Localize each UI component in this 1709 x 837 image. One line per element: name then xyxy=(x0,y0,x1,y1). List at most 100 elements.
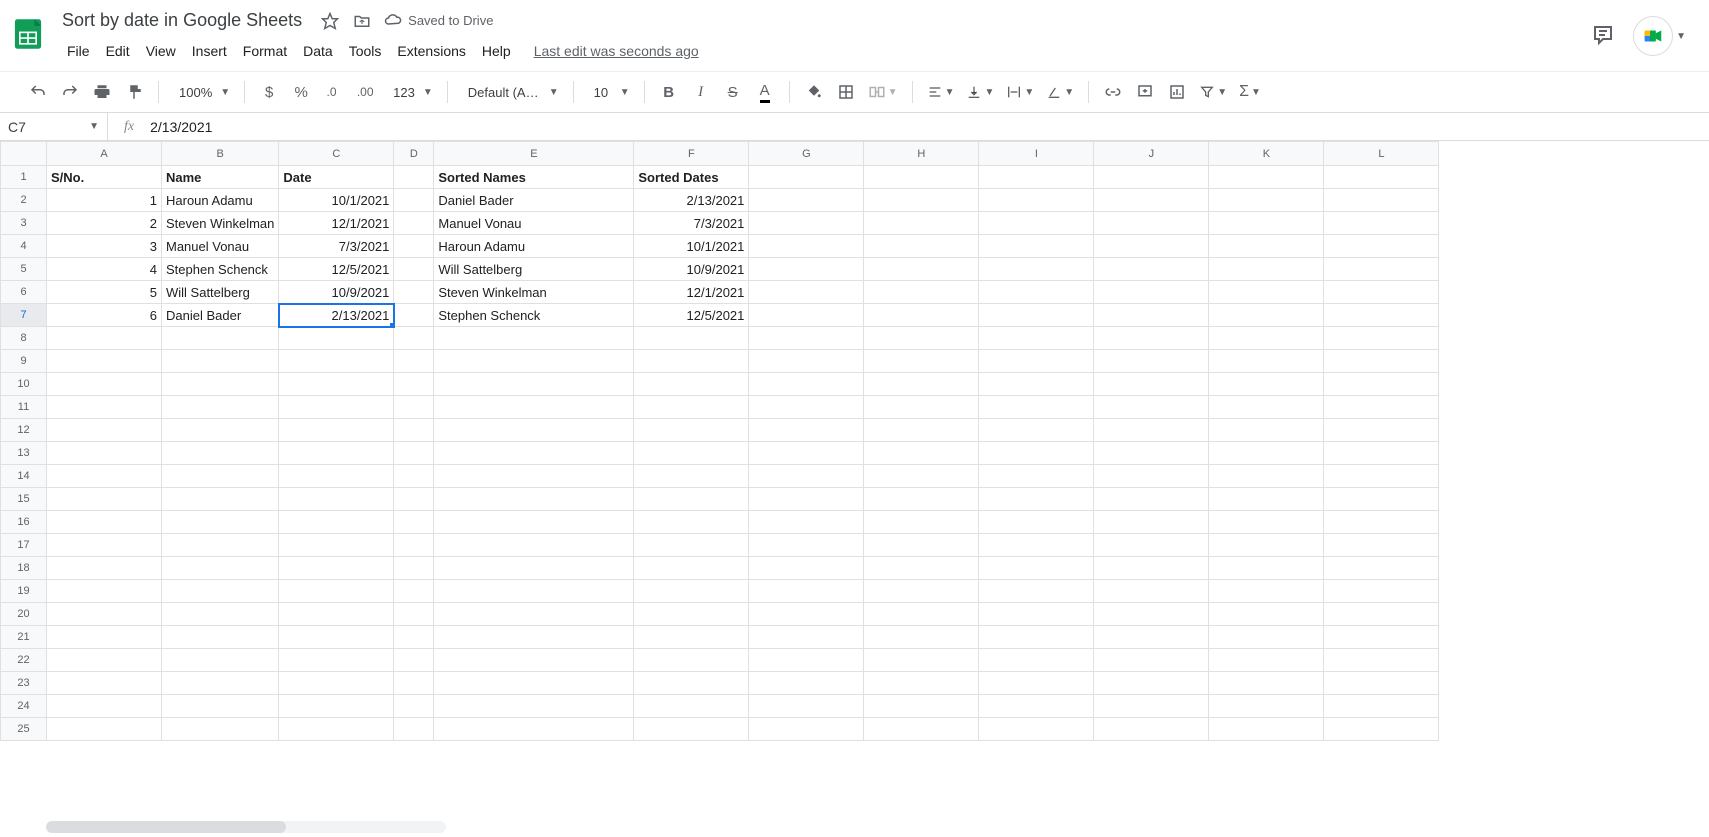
cell-A14[interactable] xyxy=(47,465,162,488)
cell-L2[interactable] xyxy=(1324,189,1439,212)
cell-J19[interactable] xyxy=(1094,580,1209,603)
cell-A10[interactable] xyxy=(47,373,162,396)
cell-A18[interactable] xyxy=(47,557,162,580)
cell-A19[interactable] xyxy=(47,580,162,603)
cell-G22[interactable] xyxy=(749,649,864,672)
cell-A7[interactable]: 6 xyxy=(47,304,162,327)
row-header-20[interactable]: 20 xyxy=(1,603,47,626)
cell-G6[interactable] xyxy=(749,281,864,304)
column-header-G[interactable]: G xyxy=(749,142,864,166)
cell-A9[interactable] xyxy=(47,350,162,373)
cell-J12[interactable] xyxy=(1094,419,1209,442)
cell-D12[interactable] xyxy=(394,419,434,442)
cell-L10[interactable] xyxy=(1324,373,1439,396)
cell-E6[interactable]: Steven Winkelman xyxy=(434,281,634,304)
cell-I21[interactable] xyxy=(979,626,1094,649)
row-header-23[interactable]: 23 xyxy=(1,672,47,695)
cell-H13[interactable] xyxy=(864,442,979,465)
cell-E17[interactable] xyxy=(434,534,634,557)
cell-L14[interactable] xyxy=(1324,465,1439,488)
cell-F14[interactable] xyxy=(634,465,749,488)
cell-B3[interactable]: Steven Winkelman xyxy=(162,212,279,235)
cell-F12[interactable] xyxy=(634,419,749,442)
row-header-21[interactable]: 21 xyxy=(1,626,47,649)
cell-H15[interactable] xyxy=(864,488,979,511)
cell-B21[interactable] xyxy=(162,626,279,649)
cell-A6[interactable]: 5 xyxy=(47,281,162,304)
cell-F25[interactable] xyxy=(634,718,749,741)
cell-E19[interactable] xyxy=(434,580,634,603)
row-header-24[interactable]: 24 xyxy=(1,695,47,718)
cell-I19[interactable] xyxy=(979,580,1094,603)
row-header-22[interactable]: 22 xyxy=(1,649,47,672)
cell-I16[interactable] xyxy=(979,511,1094,534)
cell-F15[interactable] xyxy=(634,488,749,511)
cell-E10[interactable] xyxy=(434,373,634,396)
cell-C23[interactable] xyxy=(279,672,394,695)
cell-F8[interactable] xyxy=(634,327,749,350)
row-header-6[interactable]: 6 xyxy=(1,281,47,304)
cell-K17[interactable] xyxy=(1209,534,1324,557)
cell-H8[interactable] xyxy=(864,327,979,350)
cell-D10[interactable] xyxy=(394,373,434,396)
increase-decimal-button[interactable]: .00 xyxy=(351,78,379,106)
cell-B2[interactable]: Haroun Adamu xyxy=(162,189,279,212)
cell-E16[interactable] xyxy=(434,511,634,534)
cell-L13[interactable] xyxy=(1324,442,1439,465)
cell-I17[interactable] xyxy=(979,534,1094,557)
cell-L5[interactable] xyxy=(1324,258,1439,281)
cell-K10[interactable] xyxy=(1209,373,1324,396)
cell-C4[interactable]: 7/3/2021 xyxy=(279,235,394,258)
cell-E8[interactable] xyxy=(434,327,634,350)
comments-icon[interactable] xyxy=(1591,23,1615,50)
cell-J20[interactable] xyxy=(1094,603,1209,626)
cell-J11[interactable] xyxy=(1094,396,1209,419)
cell-L4[interactable] xyxy=(1324,235,1439,258)
cell-F1[interactable]: Sorted Dates xyxy=(634,166,749,189)
cell-D3[interactable] xyxy=(394,212,434,235)
menu-edit[interactable]: Edit xyxy=(99,39,137,63)
cell-G5[interactable] xyxy=(749,258,864,281)
cell-D8[interactable] xyxy=(394,327,434,350)
cell-F4[interactable]: 10/1/2021 xyxy=(634,235,749,258)
cell-J22[interactable] xyxy=(1094,649,1209,672)
row-header-15[interactable]: 15 xyxy=(1,488,47,511)
cell-J10[interactable] xyxy=(1094,373,1209,396)
cell-J15[interactable] xyxy=(1094,488,1209,511)
cell-G1[interactable] xyxy=(749,166,864,189)
cell-G18[interactable] xyxy=(749,557,864,580)
cell-F11[interactable] xyxy=(634,396,749,419)
cell-J8[interactable] xyxy=(1094,327,1209,350)
cell-F21[interactable] xyxy=(634,626,749,649)
row-header-14[interactable]: 14 xyxy=(1,465,47,488)
cell-F2[interactable]: 2/13/2021 xyxy=(634,189,749,212)
cell-C25[interactable] xyxy=(279,718,394,741)
cell-D9[interactable] xyxy=(394,350,434,373)
cell-B22[interactable] xyxy=(162,649,279,672)
cell-B16[interactable] xyxy=(162,511,279,534)
cell-G7[interactable] xyxy=(749,304,864,327)
cell-A23[interactable] xyxy=(47,672,162,695)
cell-G15[interactable] xyxy=(749,488,864,511)
row-header-25[interactable]: 25 xyxy=(1,718,47,741)
column-header-B[interactable]: B xyxy=(162,142,279,166)
cell-D17[interactable] xyxy=(394,534,434,557)
insert-comment-button[interactable] xyxy=(1131,78,1159,106)
column-header-E[interactable]: E xyxy=(434,142,634,166)
cell-G16[interactable] xyxy=(749,511,864,534)
column-header-F[interactable]: F xyxy=(634,142,749,166)
cell-J5[interactable] xyxy=(1094,258,1209,281)
cell-C16[interactable] xyxy=(279,511,394,534)
star-icon[interactable] xyxy=(320,11,340,31)
cell-J6[interactable] xyxy=(1094,281,1209,304)
insert-link-button[interactable] xyxy=(1099,78,1127,106)
menu-help[interactable]: Help xyxy=(475,39,518,63)
cell-A11[interactable] xyxy=(47,396,162,419)
cell-I23[interactable] xyxy=(979,672,1094,695)
cell-L19[interactable] xyxy=(1324,580,1439,603)
cell-I6[interactable] xyxy=(979,281,1094,304)
row-header-10[interactable]: 10 xyxy=(1,373,47,396)
cell-C7[interactable]: 2/13/2021 xyxy=(279,304,394,327)
cell-I1[interactable] xyxy=(979,166,1094,189)
sheets-logo[interactable] xyxy=(8,14,48,54)
